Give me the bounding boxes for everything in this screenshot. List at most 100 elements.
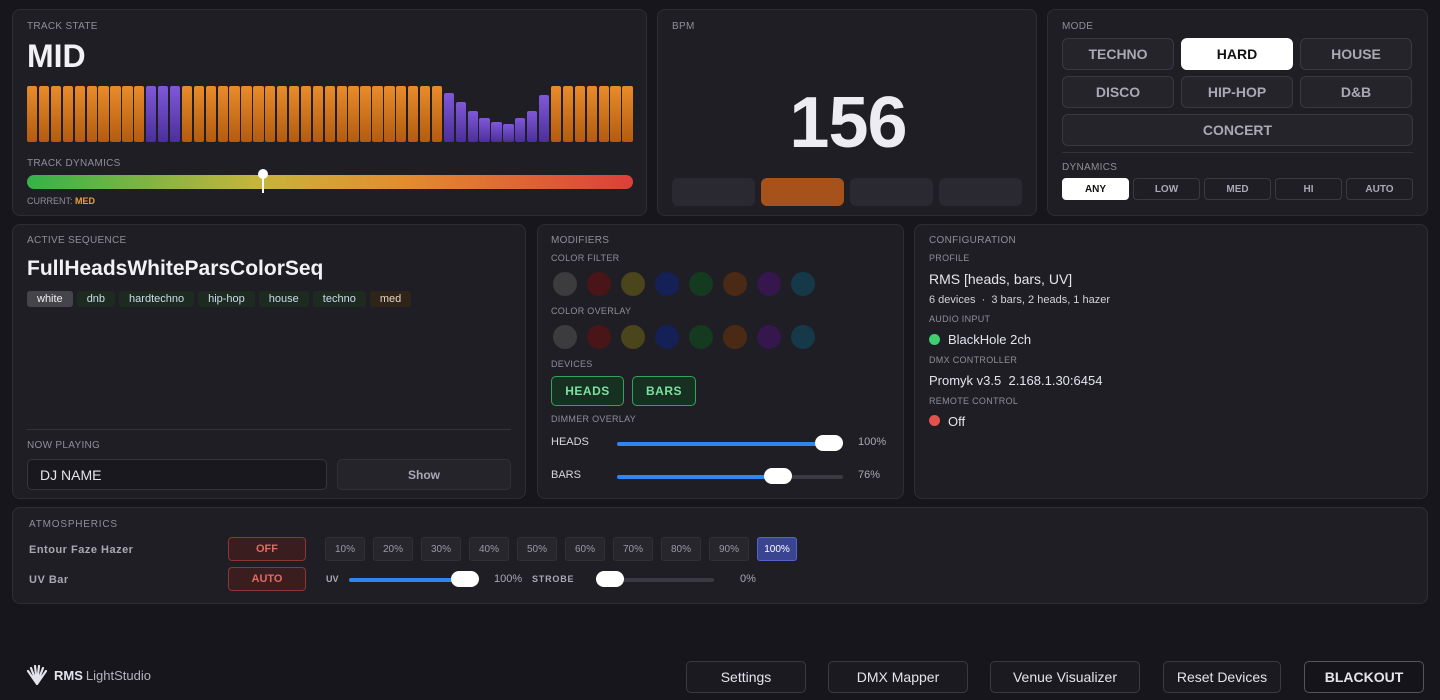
color-overlay-swatch[interactable]	[791, 325, 815, 349]
spectrum-bar	[277, 86, 288, 142]
mode-button-hard[interactable]: HARD	[1181, 38, 1293, 70]
strobe-slider[interactable]	[596, 571, 714, 587]
spectrum-bar	[384, 86, 395, 142]
hazer-level-30-button[interactable]: 30%	[421, 537, 461, 561]
audio-input-value: BlackHole 2ch	[948, 332, 1032, 347]
color-filter-swatch[interactable]	[791, 272, 815, 296]
color-filter-swatch[interactable]	[621, 272, 645, 296]
hazer-state-label: OFF	[256, 543, 278, 555]
dynamics-current: CURRENT: MED	[27, 196, 95, 206]
dynamics-button-any[interactable]: ANY	[1062, 178, 1129, 200]
spectrum-bar	[324, 86, 335, 142]
mode-button-disco[interactable]: DISCO	[1062, 76, 1174, 108]
hazer-level-90-button[interactable]: 90%	[709, 537, 749, 561]
bpm-value: 156	[789, 83, 907, 163]
sequence-tag: hardtechno	[119, 291, 195, 307]
color-filter-swatch[interactable]	[587, 272, 611, 296]
hazer-level-80-button[interactable]: 80%	[661, 537, 701, 561]
color-filter-swatch[interactable]	[655, 272, 679, 296]
dimmer-bars-slider[interactable]	[617, 468, 843, 484]
settings-label: Settings	[720, 669, 772, 685]
configuration-panel: CONFIGURATION PROFILE RMS [heads, bars, …	[914, 224, 1428, 499]
color-filter-label: COLOR FILTER	[551, 253, 620, 263]
color-filter-swatch[interactable]	[689, 272, 713, 296]
dimmer-slider-fill	[617, 442, 829, 446]
dmx-mapper-label: DMX Mapper	[856, 669, 940, 685]
beat-cell	[850, 178, 933, 206]
dj-name-value: DJ NAME	[40, 467, 102, 483]
spectrum-bar	[622, 86, 633, 142]
reset-devices-button[interactable]: Reset Devices	[1163, 661, 1281, 693]
spectrum-bar	[443, 92, 455, 142]
dj-name-input[interactable]: DJ NAME	[27, 459, 327, 490]
color-overlay-swatch[interactable]	[655, 325, 679, 349]
dynamics-button-med[interactable]: MED	[1204, 178, 1271, 200]
spectrum-bar	[574, 86, 585, 142]
color-overlay-swatch[interactable]	[757, 325, 781, 349]
track-state-value: MID	[27, 38, 86, 74]
dmx-mapper-button[interactable]: DMX Mapper	[828, 661, 968, 693]
now-playing-label: NOW PLAYING	[27, 440, 101, 451]
hazer-level-40-button[interactable]: 40%	[469, 537, 509, 561]
uv-mode-button[interactable]: AUTO	[228, 567, 306, 591]
track-state-label: TRACK STATE	[27, 21, 98, 32]
color-overlay-swatch[interactable]	[621, 325, 645, 349]
strobe-value: 0%	[740, 573, 756, 585]
profile-value: RMS [heads, bars, UV]	[929, 271, 1073, 287]
blackout-button[interactable]: BLACKOUT	[1304, 661, 1424, 693]
remote-status-dot	[929, 415, 940, 426]
mode-button-house[interactable]: HOUSE	[1300, 38, 1412, 70]
venue-visualizer-button[interactable]: Venue Visualizer	[990, 661, 1140, 693]
active-sequence-panel: ACTIVE SEQUENCE FullHeadsWhiteParsColorS…	[12, 224, 526, 499]
hazer-level-50-button[interactable]: 50%	[517, 537, 557, 561]
mode-button-d-b[interactable]: D&B	[1300, 76, 1412, 108]
dimmer-slider-knob[interactable]	[815, 435, 843, 451]
spectrum-bar	[300, 86, 312, 142]
color-overlay-swatch[interactable]	[553, 325, 577, 349]
color-filter-swatch[interactable]	[723, 272, 747, 296]
beat-cell	[939, 178, 1022, 206]
mode-panel: MODE DYNAMICS TECHNO HARD HOUSE DISCO HIP-HO…	[1047, 9, 1428, 216]
uv-slider-knob[interactable]	[451, 571, 479, 587]
color-overlay-swatch[interactable]	[689, 325, 713, 349]
uv-label: UV	[326, 574, 339, 584]
hazer-level-20-button[interactable]: 20%	[373, 537, 413, 561]
dimmer-slider-knob[interactable]	[764, 468, 793, 484]
spectrum-bar	[241, 86, 252, 142]
audio-input-label: AUDIO INPUT	[929, 314, 991, 324]
strobe-label: STROBE	[532, 574, 575, 584]
color-filter-swatch[interactable]	[757, 272, 781, 296]
mode-button-hip-hop[interactable]: HIP-HOP	[1181, 76, 1293, 108]
uv-slider[interactable]	[349, 571, 479, 587]
spectrum-bar	[467, 110, 478, 142]
device-bars-button[interactable]: BARS	[632, 376, 696, 406]
strobe-slider-knob[interactable]	[596, 571, 624, 587]
spectrum-bar	[169, 86, 181, 142]
current-label: CURRENT:	[27, 196, 73, 206]
hazer-toggle-button[interactable]: OFF	[228, 537, 306, 561]
hazer-level-60-button[interactable]: 60%	[565, 537, 605, 561]
mode-button-techno[interactable]: TECHNO	[1062, 38, 1174, 70]
modifiers-panel: MODIFIERS COLOR FILTER COLOR OVERLAY DEV…	[537, 224, 904, 499]
dynamics-button-hi[interactable]: HI	[1275, 178, 1342, 200]
hazer-level-10-button[interactable]: 10%	[325, 537, 365, 561]
settings-button[interactable]: Settings	[686, 661, 806, 693]
spectrum-bar	[38, 86, 50, 142]
dynamics-button-auto[interactable]: AUTO	[1346, 178, 1413, 200]
dynamics-button-low[interactable]: LOW	[1133, 178, 1200, 200]
mode-button-concert[interactable]: CONCERT	[1062, 114, 1413, 146]
hazer-level-100-button[interactable]: 100%	[757, 537, 797, 561]
spectrum-bar	[253, 86, 264, 142]
show-button[interactable]: Show	[337, 459, 511, 490]
hazer-level-70-button[interactable]: 70%	[613, 537, 653, 561]
dynamics-knob[interactable]	[258, 169, 269, 179]
color-overlay-swatch[interactable]	[587, 325, 611, 349]
spectrum-bar	[157, 86, 169, 142]
dimmer-heads-slider[interactable]	[617, 435, 843, 451]
device-heads-button[interactable]: HEADS	[551, 376, 624, 406]
color-overlay-swatch[interactable]	[723, 325, 747, 349]
mode-divider	[1062, 152, 1413, 153]
spectrum-bar	[134, 86, 145, 142]
spectrum-bar	[396, 86, 407, 142]
color-filter-swatch[interactable]	[553, 272, 577, 296]
